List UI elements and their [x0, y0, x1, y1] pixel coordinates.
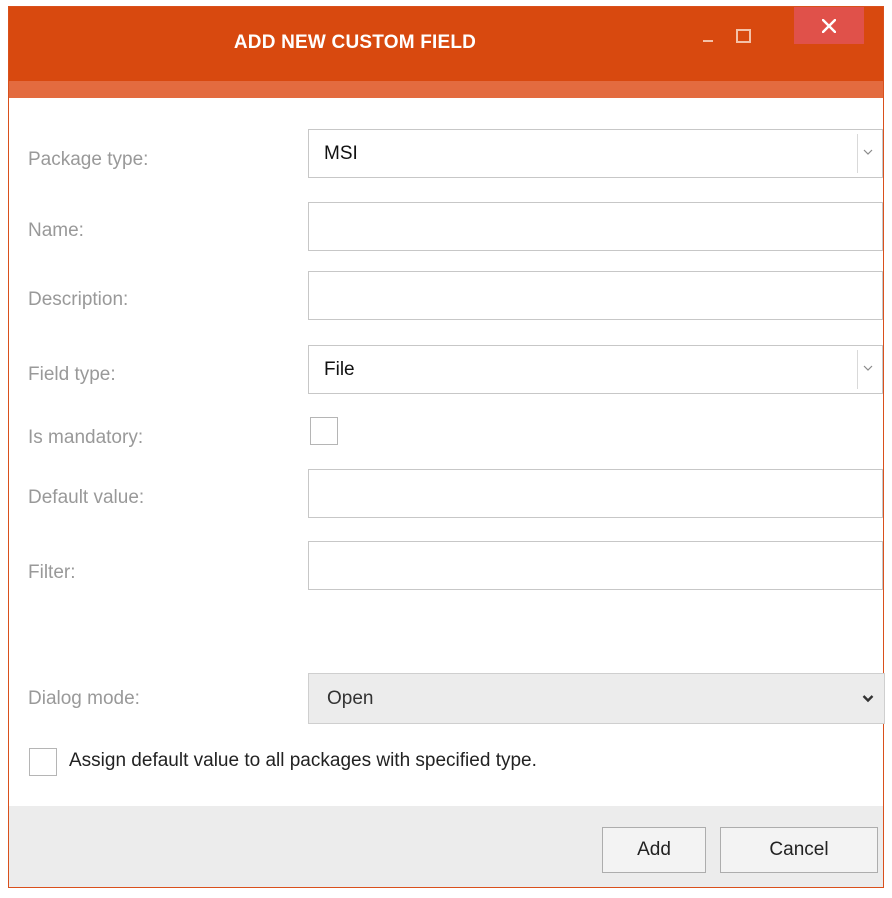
field-type-label: Field type: [28, 364, 116, 385]
field-type-dropdown-button[interactable] [857, 350, 878, 389]
close-button[interactable] [794, 7, 864, 44]
is-mandatory-checkbox[interactable] [310, 417, 338, 445]
dialog-mode-label: Dialog mode: [28, 688, 140, 709]
assign-default-label: Assign default value to all packages wit… [69, 750, 537, 771]
field-type-select[interactable]: File [308, 345, 883, 394]
cancel-button[interactable]: Cancel [720, 827, 878, 873]
description-label: Description: [28, 289, 129, 310]
package-type-value: MSI [324, 143, 358, 164]
name-label: Name: [28, 220, 84, 241]
name-input[interactable] [309, 203, 882, 250]
package-type-label: Package type: [28, 149, 149, 170]
package-type-select[interactable]: MSI [308, 129, 883, 178]
filter-label: Filter: [28, 562, 76, 583]
chevron-down-icon [862, 695, 874, 703]
default-value-label: Default value: [28, 487, 145, 508]
filter-field[interactable] [308, 541, 883, 590]
chevron-down-icon [863, 149, 873, 155]
dialog-mode-select[interactable]: Open [308, 673, 885, 724]
dialog-footer: Add Cancel [9, 806, 883, 887]
chevron-down-icon [863, 365, 873, 371]
close-icon [822, 19, 836, 33]
description-input[interactable] [309, 272, 882, 319]
filter-input[interactable] [309, 542, 882, 589]
description-field[interactable] [308, 271, 883, 320]
default-value-field[interactable] [308, 469, 883, 518]
field-type-value: File [324, 359, 355, 380]
title-accent-strip [9, 81, 883, 98]
dialog-mode-value: Open [327, 688, 374, 709]
package-type-dropdown-button[interactable] [857, 134, 878, 173]
maximize-icon[interactable] [732, 25, 754, 47]
is-mandatory-label: Is mandatory: [28, 427, 144, 448]
add-button[interactable]: Add [602, 827, 706, 873]
add-custom-field-dialog: ADD NEW CUSTOM FIELD Package type: MSI N… [8, 6, 885, 888]
title-bar[interactable]: ADD NEW CUSTOM FIELD [9, 7, 883, 81]
assign-default-checkbox[interactable] [29, 748, 57, 776]
default-value-input[interactable] [309, 470, 882, 517]
name-field[interactable] [308, 202, 883, 251]
dialog-title: ADD NEW CUSTOM FIELD [233, 32, 477, 53]
minimize-icon[interactable] [698, 25, 720, 49]
